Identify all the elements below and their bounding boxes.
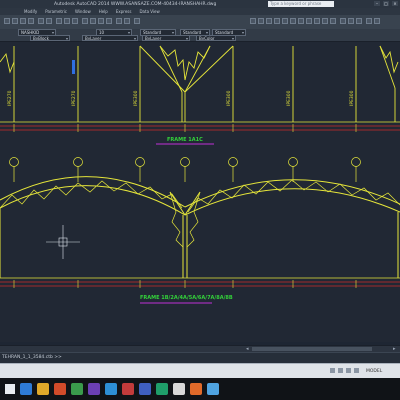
- pan-icon[interactable]: [56, 18, 62, 24]
- quick-dim-icon[interactable]: [340, 18, 346, 24]
- center-mark-icon[interactable]: [306, 18, 312, 24]
- zoom-icon[interactable]: [64, 18, 70, 24]
- media-player-icon[interactable]: [54, 383, 66, 395]
- scrollbar-thumb[interactable]: [252, 347, 372, 351]
- column-label: IPE270: [71, 90, 77, 106]
- menu-bar: Modify Parametric Window Help Express Da…: [0, 8, 400, 15]
- plot-style-dropdown[interactable]: ByColor: [196, 35, 236, 41]
- app-icon[interactable]: [88, 383, 100, 395]
- chrome-icon[interactable]: [71, 383, 83, 395]
- print-icon[interactable]: [28, 18, 34, 24]
- window-controls: – □ ×: [374, 1, 398, 6]
- grid-icon[interactable]: [338, 368, 343, 373]
- color-dropdown[interactable]: ByBlock: [30, 35, 70, 41]
- column-label: IPE300: [349, 90, 355, 106]
- menu-item-window[interactable]: Window: [75, 9, 91, 14]
- linetype-dropdown[interactable]: ByLayer: [82, 35, 138, 41]
- dim-edit-icon[interactable]: [314, 18, 320, 24]
- app-icon[interactable]: [190, 383, 202, 395]
- tolerance-icon[interactable]: [298, 18, 304, 24]
- menu-item-express[interactable]: Express: [116, 9, 132, 14]
- dim-aligned-icon[interactable]: [258, 18, 264, 24]
- leader-icon[interactable]: [290, 18, 296, 24]
- ie-icon[interactable]: [20, 383, 32, 395]
- continue-icon[interactable]: [356, 18, 362, 24]
- dim-diameter-icon[interactable]: [282, 18, 288, 24]
- dim-angular-icon[interactable]: [266, 18, 272, 24]
- save-icon[interactable]: [20, 18, 26, 24]
- menu-item-modify[interactable]: Modify: [24, 9, 37, 14]
- lower-dim-ticks: [13, 280, 357, 288]
- snap-icon[interactable]: [330, 368, 335, 373]
- layer-state-icon[interactable]: [374, 18, 380, 24]
- ortho-icon[interactable]: [346, 368, 351, 373]
- autocad-icon[interactable]: [122, 383, 134, 395]
- dim-style-icon[interactable]: [330, 18, 336, 24]
- crosshair-cursor: [46, 225, 80, 259]
- maximize-icon[interactable]: □: [383, 1, 389, 6]
- menu-item-parametric[interactable]: Parametric: [45, 9, 67, 14]
- app-icon[interactable]: [173, 383, 185, 395]
- calculator-icon[interactable]: [124, 18, 130, 24]
- toolbar-ribbon: [0, 15, 400, 30]
- upper-column-labels: IPE270 IPE270 IPE300 IPE300 IPE300 IPE30…: [7, 90, 355, 106]
- menu-item-data-view[interactable]: Data View: [139, 9, 159, 14]
- design-center-icon[interactable]: [90, 18, 96, 24]
- app-icon[interactable]: [207, 383, 219, 395]
- layer-manager-icon[interactable]: [366, 18, 372, 24]
- search-input[interactable]: Type a keyword or phrase: [268, 1, 334, 7]
- lower-frame-title: FRAME 1B/2A/4A/5A/6A/7A/8A/8B: [140, 295, 233, 301]
- dim-radius-icon[interactable]: [274, 18, 280, 24]
- upper-frame: [0, 45, 399, 122]
- column-label: IPE300: [286, 90, 292, 106]
- taskbar: [0, 378, 400, 400]
- model-space-label[interactable]: MODEL: [366, 369, 382, 374]
- upper-frame-title: FRAME 1A1C: [167, 137, 203, 143]
- tool-palette-icon[interactable]: [98, 18, 104, 24]
- minimize-icon[interactable]: –: [374, 1, 380, 6]
- baseline-icon[interactable]: [348, 18, 354, 24]
- selection-marker: [72, 60, 75, 74]
- windows-start-icon[interactable]: [5, 384, 15, 394]
- new-icon[interactable]: [4, 18, 10, 24]
- lineweight-dropdown[interactable]: ByLayer: [142, 35, 190, 41]
- help-icon[interactable]: [134, 18, 140, 24]
- title-bar: Autodesk AutoCAD 2014 WWW.ASANSAZE.COM-4…: [0, 0, 400, 8]
- app-icon[interactable]: [105, 383, 117, 395]
- column-label: IPE270: [7, 90, 13, 106]
- lower-frame-trusses: [0, 176, 400, 278]
- menu-item-help[interactable]: Help: [99, 9, 108, 14]
- column-label: IPE300: [226, 90, 232, 106]
- close-icon[interactable]: ×: [392, 1, 398, 6]
- undo-icon[interactable]: [38, 18, 44, 24]
- upper-dim-ticks: [13, 124, 357, 132]
- polar-icon[interactable]: [354, 368, 359, 373]
- redo-icon[interactable]: [46, 18, 52, 24]
- command-line-text: TEHRAN_1_1_3584.ctb >>: [2, 355, 62, 360]
- zoom-window-icon[interactable]: [72, 18, 78, 24]
- dim-linear-icon[interactable]: [250, 18, 256, 24]
- open-icon[interactable]: [12, 18, 18, 24]
- dim-update-icon[interactable]: [322, 18, 328, 24]
- file-explorer-icon[interactable]: [37, 383, 49, 395]
- properties-icon[interactable]: [82, 18, 88, 24]
- window-title: Autodesk AutoCAD 2014 WWW.ASANSAZE.COM-4…: [54, 1, 217, 7]
- excel-icon[interactable]: [156, 383, 168, 395]
- drawing-canvas[interactable]: IPE270 IPE270 IPE300 IPE300 IPE300 IPE30…: [0, 42, 400, 342]
- column-label: IPE300: [133, 90, 139, 106]
- markup-icon[interactable]: [116, 18, 122, 24]
- status-bar: MODEL: [0, 363, 400, 378]
- word-icon[interactable]: [139, 383, 151, 395]
- properties-bar: NASHKID 10 Standard Standard Standard By…: [0, 29, 400, 42]
- sheet-set-icon[interactable]: [106, 18, 112, 24]
